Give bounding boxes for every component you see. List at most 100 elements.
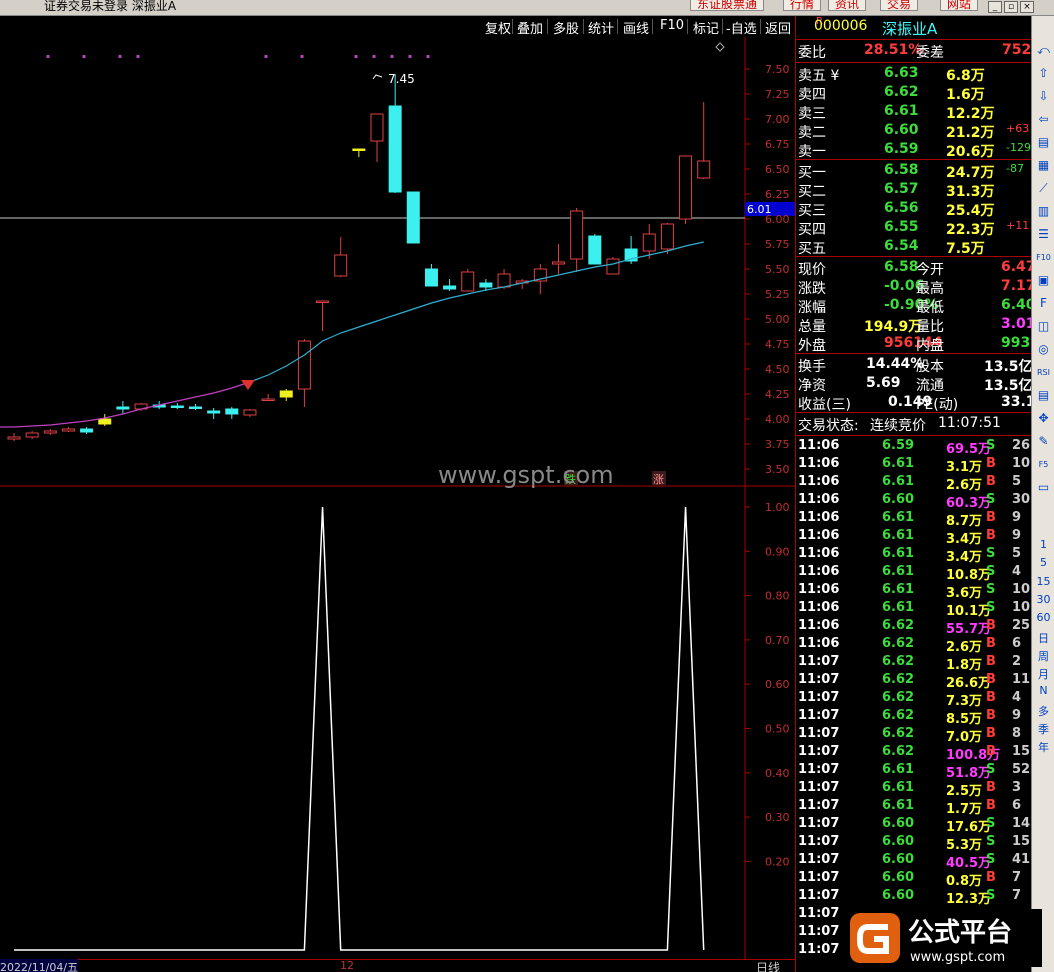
toolbar-mark[interactable]: 标记	[693, 18, 719, 37]
period-button[interactable]: 多	[1032, 703, 1054, 721]
rsi-icon[interactable]: RSI	[1035, 364, 1052, 381]
tick-volume: 5.3万	[946, 838, 983, 853]
f-icon[interactable]: F	[1035, 295, 1052, 312]
move-icon[interactable]: ✥	[1035, 410, 1052, 427]
tick-count: 7	[1012, 870, 1022, 885]
toolbar-f10[interactable]: F10	[660, 18, 684, 33]
period-button[interactable]: 周	[1032, 648, 1054, 666]
title-bar: 证券交易未登录 深振业A 东证股票通 行情 资讯 交易 网站 _ ▫ ×	[0, 0, 1054, 16]
top-button-news[interactable]: 资讯	[828, 0, 867, 11]
y-tick-label: 0.60	[765, 678, 790, 691]
toolbar-statistics[interactable]: 统计	[588, 18, 614, 37]
y-tick-label: 6.50	[765, 163, 790, 176]
period-button[interactable]: 月	[1032, 666, 1054, 684]
tick-count: 8	[1012, 726, 1022, 741]
weibi-row: 委比 28.51% 委差 752	[798, 42, 1032, 61]
stat-value: 6.58	[884, 259, 919, 275]
signal-flag-icon	[241, 380, 255, 390]
restore-icon[interactable]: ▫	[1004, 1, 1018, 13]
bar-chart-icon[interactable]: ▥	[1035, 203, 1052, 220]
date-label: 2022/11/04/五	[0, 959, 79, 972]
kline-chart-area[interactable]: 6.01 7.50 7.25 7.00 6.75 6.50 6.25 6.00 5.75 5.5…	[0, 37, 796, 972]
tick-row: 11:07 6.60 17.6万 S 14	[796, 816, 1032, 835]
line-chart-icon[interactable]: ⟋	[1035, 180, 1052, 197]
bid-change: -87	[1006, 162, 1024, 175]
list-icon[interactable]: ☰	[1035, 226, 1052, 243]
period-button[interactable]: 季	[1032, 721, 1054, 739]
up-arrow-icon[interactable]: ⇧	[1035, 65, 1052, 82]
scan-icon[interactable]: ◎	[1035, 341, 1052, 358]
ask-row: 卖四 6.62 1.6万	[796, 84, 1032, 103]
tick-side: S	[986, 762, 996, 777]
minimize-icon[interactable]: _	[988, 1, 1002, 13]
pen-icon[interactable]: ✎	[1035, 433, 1052, 450]
tick-time: 11:07	[798, 780, 840, 795]
tick-price: 6.60	[882, 870, 915, 885]
candle-body	[25, 432, 39, 438]
brand-url: www.gspt.com	[910, 950, 1005, 965]
toolbar-watchlist[interactable]: -自选	[726, 18, 757, 37]
tick-price: 6.62	[882, 618, 915, 633]
top-button-east-securities[interactable]: 东证股票通	[690, 0, 765, 11]
period-button[interactable]: 5	[1032, 556, 1054, 574]
bid-price: 6.56	[884, 200, 919, 216]
tick-side: B	[986, 780, 996, 795]
top-button-website[interactable]: 网站	[940, 0, 979, 11]
toolbar-draw-line[interactable]: 画线	[623, 18, 649, 37]
ask-label: 卖二	[798, 125, 826, 141]
candles	[7, 74, 711, 441]
back-icon[interactable]: ⤺	[1035, 42, 1052, 59]
candle-body	[497, 273, 511, 288]
toolbar-multi-stock[interactable]: 多股	[553, 18, 579, 37]
tick-row: 11:06 6.61 2.6万 B 5	[796, 474, 1032, 493]
tick-row: 11:07 6.60 12.3万 S 7	[796, 888, 1032, 907]
window-icon[interactable]: ▭	[1035, 479, 1052, 496]
period-button[interactable]: 15	[1032, 575, 1054, 593]
period-button[interactable]: 60	[1032, 611, 1054, 629]
bid-price: 6.55	[884, 219, 919, 235]
period-button[interactable]: 30	[1032, 593, 1054, 611]
period-button[interactable]: 年	[1032, 739, 1054, 757]
candle-body	[170, 405, 184, 408]
toolbar-back[interactable]: 返回	[765, 18, 791, 37]
period-label[interactable]: 日线	[756, 959, 780, 972]
down-arrow-icon[interactable]: ⇩	[1035, 88, 1052, 105]
tick-side: S	[986, 438, 996, 453]
candle-body	[388, 105, 402, 193]
f10-icon[interactable]: F10	[1035, 249, 1052, 266]
stat-row: 涨幅 -0.90% 最低 6.40	[796, 297, 1036, 316]
toolbar-fuquan[interactable]: 复权	[485, 18, 511, 37]
side-toolbar: ⤺ ⇧ ⇩ ⇦ ▤ ▦ ⟋ ▥ ☰ F10 ▣ F ◫ ◎ RSI ▤ ✥ ✎ F5 ▭ 1 5 15 30 60 日周月 N 多季年	[1031, 16, 1054, 972]
top-button-trade[interactable]: 交易	[880, 0, 919, 11]
tick-row: 11:06 6.61 3.4万 S 5	[796, 546, 1032, 565]
book2-icon[interactable]: ▤	[1035, 387, 1052, 404]
bid-price: 6.54	[884, 238, 919, 254]
close-icon[interactable]: ×	[1020, 1, 1034, 13]
left-arrow-icon[interactable]: ⇦	[1035, 111, 1052, 128]
tick-volume: 3.4万	[946, 550, 983, 565]
chart-icon[interactable]: ▣	[1035, 272, 1052, 289]
ask-row: 卖五 ¥ 6.63 6.8万	[796, 65, 1032, 84]
grid-icon[interactable]: ▦	[1035, 157, 1052, 174]
period-button[interactable]: N	[1032, 684, 1054, 702]
signal-dot	[118, 55, 122, 58]
tick-price: 6.61	[882, 564, 915, 579]
tick-count: 4	[1012, 564, 1022, 579]
y-tick-label: 5.50	[765, 263, 790, 276]
tick-row: 11:06 6.61 10.8万 S 4	[796, 564, 1032, 583]
f5-icon[interactable]: F5	[1035, 456, 1052, 473]
period-button[interactable]: 1	[1032, 538, 1054, 556]
book-icon[interactable]: ▤	[1035, 134, 1052, 151]
signal-dot	[408, 55, 412, 58]
stat-row: 换手 14.44% 股本 13.5亿	[796, 356, 1033, 375]
top-button-quotes[interactable]: 行情	[783, 0, 822, 11]
toolbar-overlay[interactable]: 叠加	[517, 18, 543, 37]
bid-label: 买二	[798, 184, 826, 200]
tick-side: S	[986, 888, 996, 903]
candle-body	[479, 282, 493, 288]
tick-time: 11:06	[798, 636, 840, 651]
analysis-icon[interactable]: ◫	[1035, 318, 1052, 335]
watermark: www.gspt.com	[438, 461, 614, 489]
tick-price: 6.61	[882, 474, 915, 489]
period-button[interactable]: 日	[1032, 630, 1054, 648]
